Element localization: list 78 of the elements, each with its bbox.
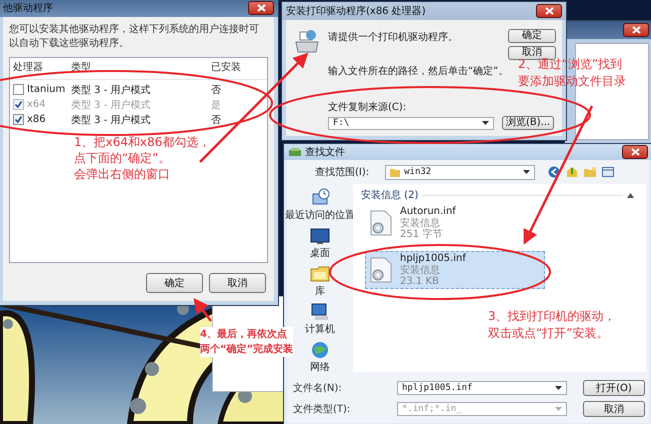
table-cell-text: 类型 3 - 用户模式 [71, 114, 151, 126]
annotation-text: 3、找到打印机的驱动， [488, 308, 616, 325]
file-type: 安装信息 [400, 218, 440, 229]
back-icon[interactable] [548, 166, 560, 178]
field-label: 文件名(N): [293, 382, 343, 395]
close-button[interactable] [536, 4, 562, 18]
file-item[interactable]: hpljp1005.inf 安装信息 23.1 KB [365, 251, 545, 289]
field-label: 查找范围(I): [315, 166, 370, 179]
table-cell: x64 [27, 99, 46, 110]
place-item[interactable]: 桌面 [310, 226, 330, 260]
settings-file-icon [370, 210, 392, 236]
window-title: 查找文件 [305, 146, 346, 159]
close-icon [544, 7, 554, 15]
close-button[interactable] [248, 1, 274, 15]
description-text: 您可以安装其他驱动程序，这样下列系统的用户连接时可以自动下载这些驱动程序。 [9, 23, 260, 51]
annotation-text: 1、把x64和x86都勾选， [74, 134, 210, 150]
column-header[interactable]: 处理器 [13, 60, 71, 74]
table-cell-text: 类型 3 - 用户模式 [71, 84, 151, 96]
window-title: 安装打印驱动程序(x86 处理器) [286, 4, 427, 18]
network-icon [310, 340, 330, 359]
checkbox[interactable] [13, 84, 24, 95]
view-menu-icon[interactable] [602, 166, 614, 178]
collapse-icon [627, 192, 634, 198]
dialog-button[interactable]: 确定 [508, 29, 556, 43]
close-icon [256, 4, 266, 12]
dropdown-icon [555, 407, 562, 411]
table-cell-text: 是 [211, 98, 221, 112]
up-folder-icon[interactable] [566, 166, 578, 178]
folder-icon [288, 147, 302, 157]
table-cell: Itanium [27, 84, 66, 95]
library-icon [310, 264, 330, 283]
group-header: 安装信息 (2) [361, 188, 418, 202]
cancel-button[interactable]: 取消 [583, 401, 645, 417]
dialog-button[interactable]: 确定 [146, 273, 203, 293]
open-button[interactable]: 打开(O) [583, 380, 645, 396]
folder-combo[interactable]: win32 [385, 164, 536, 180]
file-size: 23.1 KB [400, 276, 440, 287]
instruction-text: 输入文件所在的路径，然后单击“确定”。 [328, 64, 508, 78]
browse-button[interactable]: 浏览(B)... [502, 116, 554, 130]
file-size: 251 字节 [400, 229, 444, 240]
close-icon [632, 26, 640, 34]
column-header[interactable]: 已安装 [211, 60, 251, 74]
file-name: hpljp1005.inf [400, 253, 466, 264]
annotation-text: 双击或点“打开”安装。 [488, 325, 610, 342]
window-title: 他驱动程序 [3, 2, 54, 15]
field-label: 文件类型(T): [293, 402, 352, 416]
file-name-field[interactable]: hpljp1005.inf [397, 381, 567, 395]
dropdown-icon [555, 386, 562, 390]
checkbox[interactable] [13, 114, 24, 125]
annotation-text: 4、最后，再依次点 [200, 328, 288, 342]
computer-icon [310, 302, 330, 321]
close-icon [630, 148, 640, 156]
place-item[interactable]: 计算机 [305, 302, 335, 336]
table-cell-text: 类型 3 - 用户模式 [71, 98, 151, 112]
place-item[interactable]: 网络 [310, 340, 330, 374]
field-label: 文件复制来源(C): [328, 100, 406, 114]
annotation-text: 两个“确定”完成安装 [200, 342, 294, 357]
dropdown-icon [482, 121, 489, 125]
desktop-icon [310, 226, 330, 245]
arrow [193, 298, 212, 322]
source-combo[interactable]: F:\ [328, 116, 494, 130]
dropdown-icon [523, 170, 530, 174]
annotation-text: 点下面的“确定”。 [74, 150, 172, 166]
prompt-text: 请提供一个打印机驱动程序。 [328, 30, 459, 44]
table-cell: x86 [27, 114, 46, 125]
close-button[interactable] [623, 23, 649, 37]
annotation-text: 会弹出右侧的窗口 [74, 166, 171, 182]
folder-icon [390, 168, 400, 176]
table-cell-text: 否 [211, 114, 221, 126]
file-name: Autorun.inf [400, 206, 456, 218]
place-item[interactable]: 库 [310, 264, 330, 298]
settings-file-icon [370, 257, 392, 283]
table-cell-text: 否 [211, 84, 221, 96]
file-item[interactable]: Autorun.inf 安装信息 251 字节 [365, 204, 545, 242]
dialog-button[interactable]: 取消 [209, 273, 266, 293]
file-type: 安装信息 [400, 265, 441, 276]
close-button[interactable] [622, 145, 648, 159]
recent-icon [310, 188, 330, 207]
